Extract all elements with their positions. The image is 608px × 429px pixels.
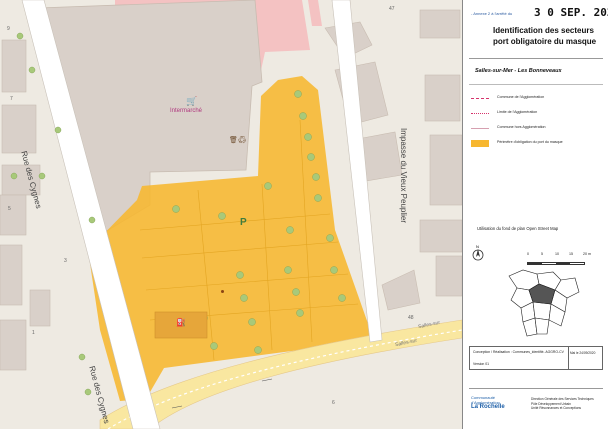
logo-line3: La Rochelle xyxy=(471,404,505,410)
legend-swatch-fill-icon xyxy=(471,140,489,147)
credits-divider xyxy=(568,347,569,369)
scale-label-0: 0 xyxy=(527,252,529,256)
credits-box: Conception / Réalisation : Communes_iden… xyxy=(469,346,603,370)
legend-label: Limite de l'Agglomération xyxy=(497,110,538,114)
svg-text:N: N xyxy=(476,244,479,249)
poi-intermarche[interactable]: Intermarché xyxy=(170,108,202,114)
house-number-5: 5 xyxy=(8,206,11,212)
page-title-line2: port obligatoire du masque xyxy=(493,37,597,46)
map-view[interactable]: Rue des Cygnes Rue des Cygnes Impasse du… xyxy=(0,0,462,429)
service-line3: Unité Résonnances et Conceptions xyxy=(531,406,581,410)
divider xyxy=(469,58,603,59)
arrete-note: - Annexe 2 à l'arrêté du xyxy=(471,11,513,16)
legend-item-commune: Commune de l'Agglomération xyxy=(471,94,601,104)
house-number-1: 1 xyxy=(32,330,35,336)
legend-panel: - Annexe 2 à l'arrêté du 3 0 SEP. 2020 I… xyxy=(462,0,608,429)
service-info: Direction Générale des Services Techniqu… xyxy=(531,397,594,411)
house-number-9: 9 xyxy=(7,26,10,32)
locator-map xyxy=(499,264,583,340)
legend-swatch-dashed-icon xyxy=(471,98,489,99)
house-number-6: 6 xyxy=(332,400,335,406)
credits-label: Conception / Réalisation : Communes_iden… xyxy=(473,350,564,354)
legend-item-hors: Commune hors Agglomération xyxy=(471,124,601,134)
legend-swatch-dotted-icon xyxy=(471,113,489,114)
fuel-icon: ⛽ xyxy=(176,318,186,327)
legend-label: Périmètre d'obligation du port du masque xyxy=(497,140,563,144)
scale-label-20: 20 m xyxy=(583,252,591,256)
stamp-date: 3 0 SEP. 2020 xyxy=(534,6,608,19)
legend-label: Commune hors Agglomération xyxy=(497,125,546,129)
scale-label-5: 5 xyxy=(541,252,543,256)
page-title-line1: Identification des secteurs xyxy=(493,26,594,35)
point-marker-icon xyxy=(221,290,224,293)
version-label: Version 01 xyxy=(473,362,490,366)
legend-label: Commune de l'Agglomération xyxy=(497,95,545,99)
house-number-3: 3 xyxy=(64,258,67,264)
street-label-impasse: Impasse du Vieux Peuplier xyxy=(399,128,408,224)
source-note: Utilisation du fond de plan Open Street … xyxy=(477,226,559,231)
house-number-7: 7 xyxy=(10,96,13,102)
scale-label-10: 10 xyxy=(555,252,559,256)
agglo-logo: Communauté d'Agglomération La Rochelle xyxy=(471,395,505,410)
map-canvas xyxy=(0,0,462,429)
house-number-47: 47 xyxy=(389,6,395,12)
shop-icon: 🛒 xyxy=(186,96,198,106)
legend: Commune de l'Agglomération Limite de l'A… xyxy=(471,94,601,149)
recycling-icon: 🗑♻ xyxy=(229,137,247,144)
date-small: Mai le 24/09/2020 xyxy=(570,351,596,355)
footer: Communauté d'Agglomération La Rochelle D… xyxy=(469,388,603,420)
legend-item-limite: Limite de l'Agglomération xyxy=(471,109,601,119)
service-line1: Direction Générale des Services Techniqu… xyxy=(531,397,594,401)
divider-2 xyxy=(469,84,603,85)
scale-label-15: 15 xyxy=(569,252,573,256)
commune-name: Salles-sur-Mer - Les Bonneveaux xyxy=(475,68,562,74)
legend-swatch-solid-icon xyxy=(471,128,489,129)
north-arrow-icon: N xyxy=(471,244,485,262)
legend-item-masque: Périmètre d'obligation du port du masque xyxy=(471,139,601,149)
parking-label[interactable]: P xyxy=(240,217,247,228)
house-number-48: 48 xyxy=(408,315,414,321)
